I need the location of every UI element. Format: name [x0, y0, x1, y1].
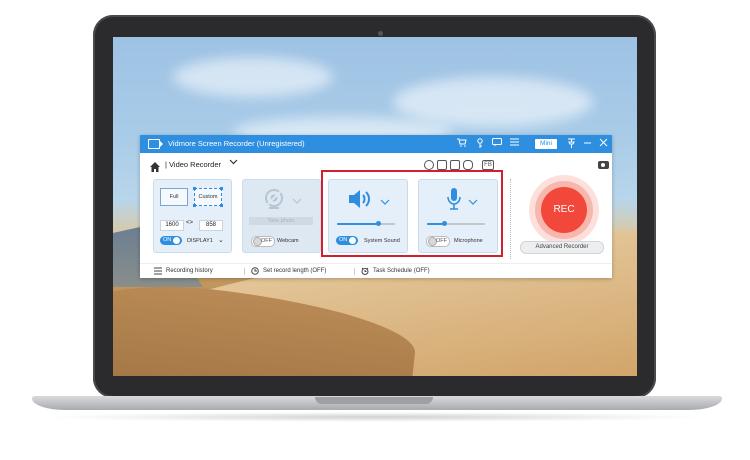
- panel-divider: [510, 179, 511, 259]
- home-icon[interactable]: [150, 159, 160, 172]
- laptop-notch: [315, 397, 433, 404]
- recorder-mode-label[interactable]: | Video Recorder: [165, 160, 221, 169]
- display-panel: Full Custom 1600 <> 858 ON DISPLAY1 ⌄: [153, 179, 232, 253]
- display-chevron-icon[interactable]: ⌄: [218, 236, 224, 244]
- laptop-camera: [378, 31, 383, 36]
- advanced-recorder-button[interactable]: Advanced Recorder: [520, 241, 604, 254]
- mini-mode-button[interactable]: Mini: [535, 139, 557, 149]
- title-bar[interactable]: Vidmore Screen Recorder (Unregistered) M…: [140, 135, 612, 153]
- custom-region-button[interactable]: Custom: [194, 188, 222, 206]
- audio-highlight-frame: [321, 170, 503, 257]
- alarm-clock-icon: [361, 267, 369, 275]
- webcam-panel: Take photo OFF Webcam: [242, 179, 321, 253]
- bottom-bar: Recording history Set record length (OFF…: [140, 263, 612, 279]
- settings-gear-icon[interactable]: [424, 160, 434, 170]
- close-icon[interactable]: [597, 138, 609, 150]
- app-camera-icon: [148, 139, 163, 149]
- set-record-length-link[interactable]: Set record length (OFF): [263, 268, 326, 274]
- chevron-down-icon[interactable]: [229, 157, 238, 167]
- rec-button[interactable]: REC: [541, 187, 587, 233]
- display-select[interactable]: DISPLAY1: [187, 238, 213, 244]
- screenshot-camera-icon[interactable]: [598, 161, 609, 169]
- webcam-toggle[interactable]: OFF: [251, 236, 275, 247]
- recording-history-link[interactable]: Recording history: [166, 268, 213, 274]
- menu-icon[interactable]: [508, 138, 520, 149]
- mouse-icon[interactable]: [463, 160, 473, 170]
- pin-icon[interactable]: [565, 138, 577, 151]
- cart-icon[interactable]: [456, 138, 468, 150]
- key-icon[interactable]: [474, 138, 486, 151]
- display-toggle[interactable]: ON: [160, 236, 182, 245]
- webcam-label: Webcam: [277, 238, 299, 244]
- minimize-icon[interactable]: [581, 138, 593, 150]
- window-title: Vidmore Screen Recorder (Unregistered): [168, 139, 305, 148]
- link-ratio-icon[interactable]: <>: [186, 220, 193, 226]
- output-folder-icon[interactable]: [437, 160, 447, 170]
- clock-icon: [251, 267, 259, 275]
- laptop-shadow: [40, 412, 710, 422]
- sound-settings-icon[interactable]: [450, 160, 460, 170]
- width-input[interactable]: 1600: [160, 220, 184, 231]
- feedback-icon[interactable]: [491, 138, 503, 150]
- webcam-chevron-icon[interactable]: [292, 192, 302, 210]
- list-icon: [154, 267, 162, 275]
- webcam-icon[interactable]: [263, 188, 285, 215]
- height-input[interactable]: 858: [199, 220, 223, 231]
- fb-icon[interactable]: FB: [482, 160, 494, 170]
- full-screen-button[interactable]: Full: [160, 188, 188, 206]
- task-schedule-link[interactable]: Task Schedule (OFF): [373, 268, 430, 274]
- take-photo-button[interactable]: Take photo: [249, 217, 313, 225]
